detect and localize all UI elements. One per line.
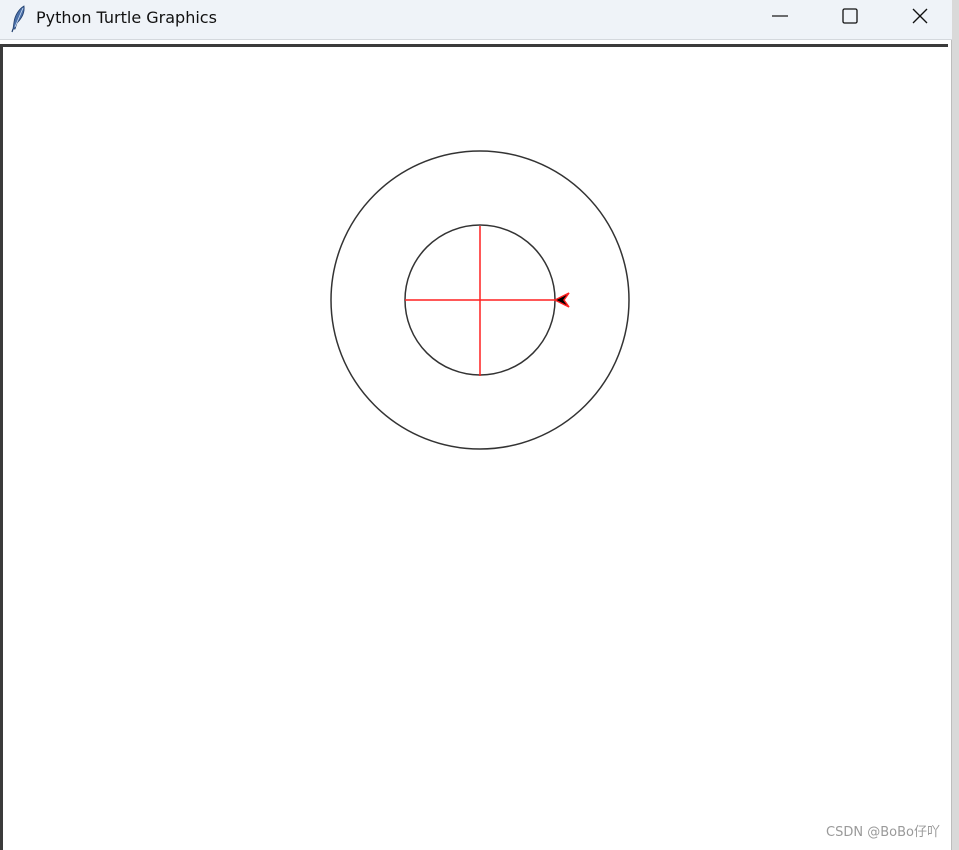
- close-icon: [911, 7, 929, 29]
- turtle-window: Python Turtle Graphics CSDN @BoBo仔吖: [0, 0, 952, 850]
- maximize-button[interactable]: [822, 0, 878, 36]
- turtle-canvas[interactable]: CSDN @BoBo仔吖: [0, 44, 948, 850]
- title-bar[interactable]: Python Turtle Graphics: [0, 0, 952, 40]
- minimize-icon: [771, 7, 789, 29]
- window-title: Python Turtle Graphics: [36, 8, 217, 27]
- close-button[interactable]: [892, 0, 948, 36]
- maximize-icon: [841, 7, 859, 29]
- feather-icon: [10, 5, 28, 33]
- watermark: CSDN @BoBo仔吖: [826, 825, 940, 840]
- drawing-surface: [330, 150, 630, 450]
- turtle-cursor-icon: [553, 292, 570, 308]
- background-window-edge: [952, 0, 959, 850]
- minimize-button[interactable]: [752, 0, 808, 36]
